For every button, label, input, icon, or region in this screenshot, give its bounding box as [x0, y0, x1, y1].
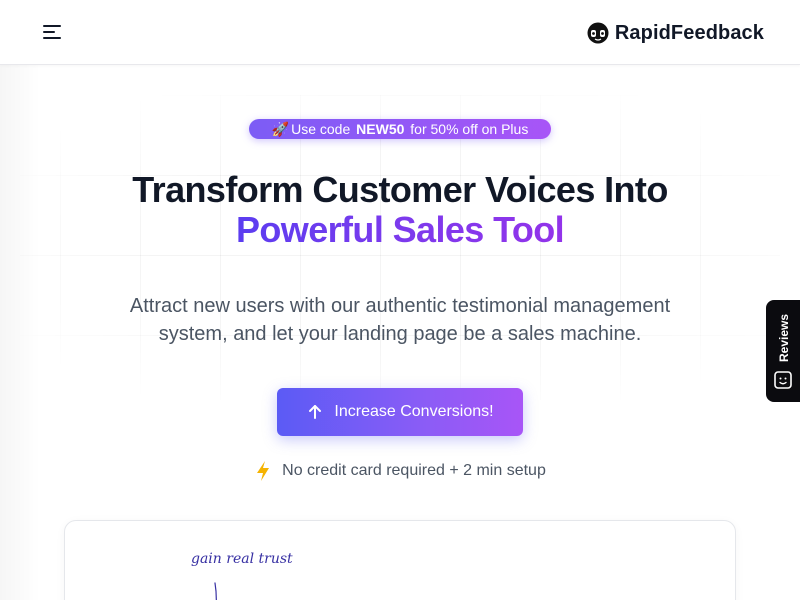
page: RapidFeedback 🚀 Use code NEW50 for 50% o…	[0, 0, 800, 600]
promo-code: NEW50	[356, 121, 405, 137]
lightning-bolt-icon	[257, 461, 270, 481]
reviews-tab-label: Reviews	[777, 313, 791, 363]
hero-subtext: Attract new users with our authentic tes…	[129, 295, 671, 345]
hero-headline: Transform Customer Voices Into Powerful …	[0, 170, 800, 250]
reviews-side-tab[interactable]: Reviews	[766, 300, 800, 402]
promo-badge[interactable]: 🚀 Use code NEW50 for 50% off on Plus	[249, 119, 551, 139]
headline-line-2: Powerful Sales Tool	[236, 209, 565, 250]
rocket-icon: 🚀	[271, 120, 290, 137]
no-credit-card-note: No credit card required + 2 min setup	[0, 460, 800, 482]
hand-drawn-arrow-icon	[214, 582, 217, 600]
note-text: No credit card required + 2 min setup	[282, 462, 546, 479]
headline-line-1: Transform Customer Voices Into	[132, 169, 668, 210]
handwritten-annotation: gain real trust	[191, 551, 293, 567]
promo-suffix: for 50% off on Plus	[406, 121, 529, 137]
promo-prefix: Use code	[291, 121, 355, 137]
brand-name: RapidFeedback	[614, 21, 764, 44]
increase-conversions-button[interactable]: Increase Conversions!	[277, 388, 523, 436]
demo-card: gain real trust	[64, 520, 736, 600]
cta-label: Increase Conversions!	[334, 403, 494, 420]
site-header: RapidFeedback	[0, 0, 800, 65]
brand-link[interactable]: RapidFeedback	[587, 20, 764, 46]
headphones-smiley-icon	[587, 22, 609, 44]
menu-button[interactable]	[40, 20, 64, 44]
menu-icon	[43, 25, 61, 39]
smiley-box-icon	[774, 371, 792, 389]
arrow-up-icon	[309, 405, 322, 419]
